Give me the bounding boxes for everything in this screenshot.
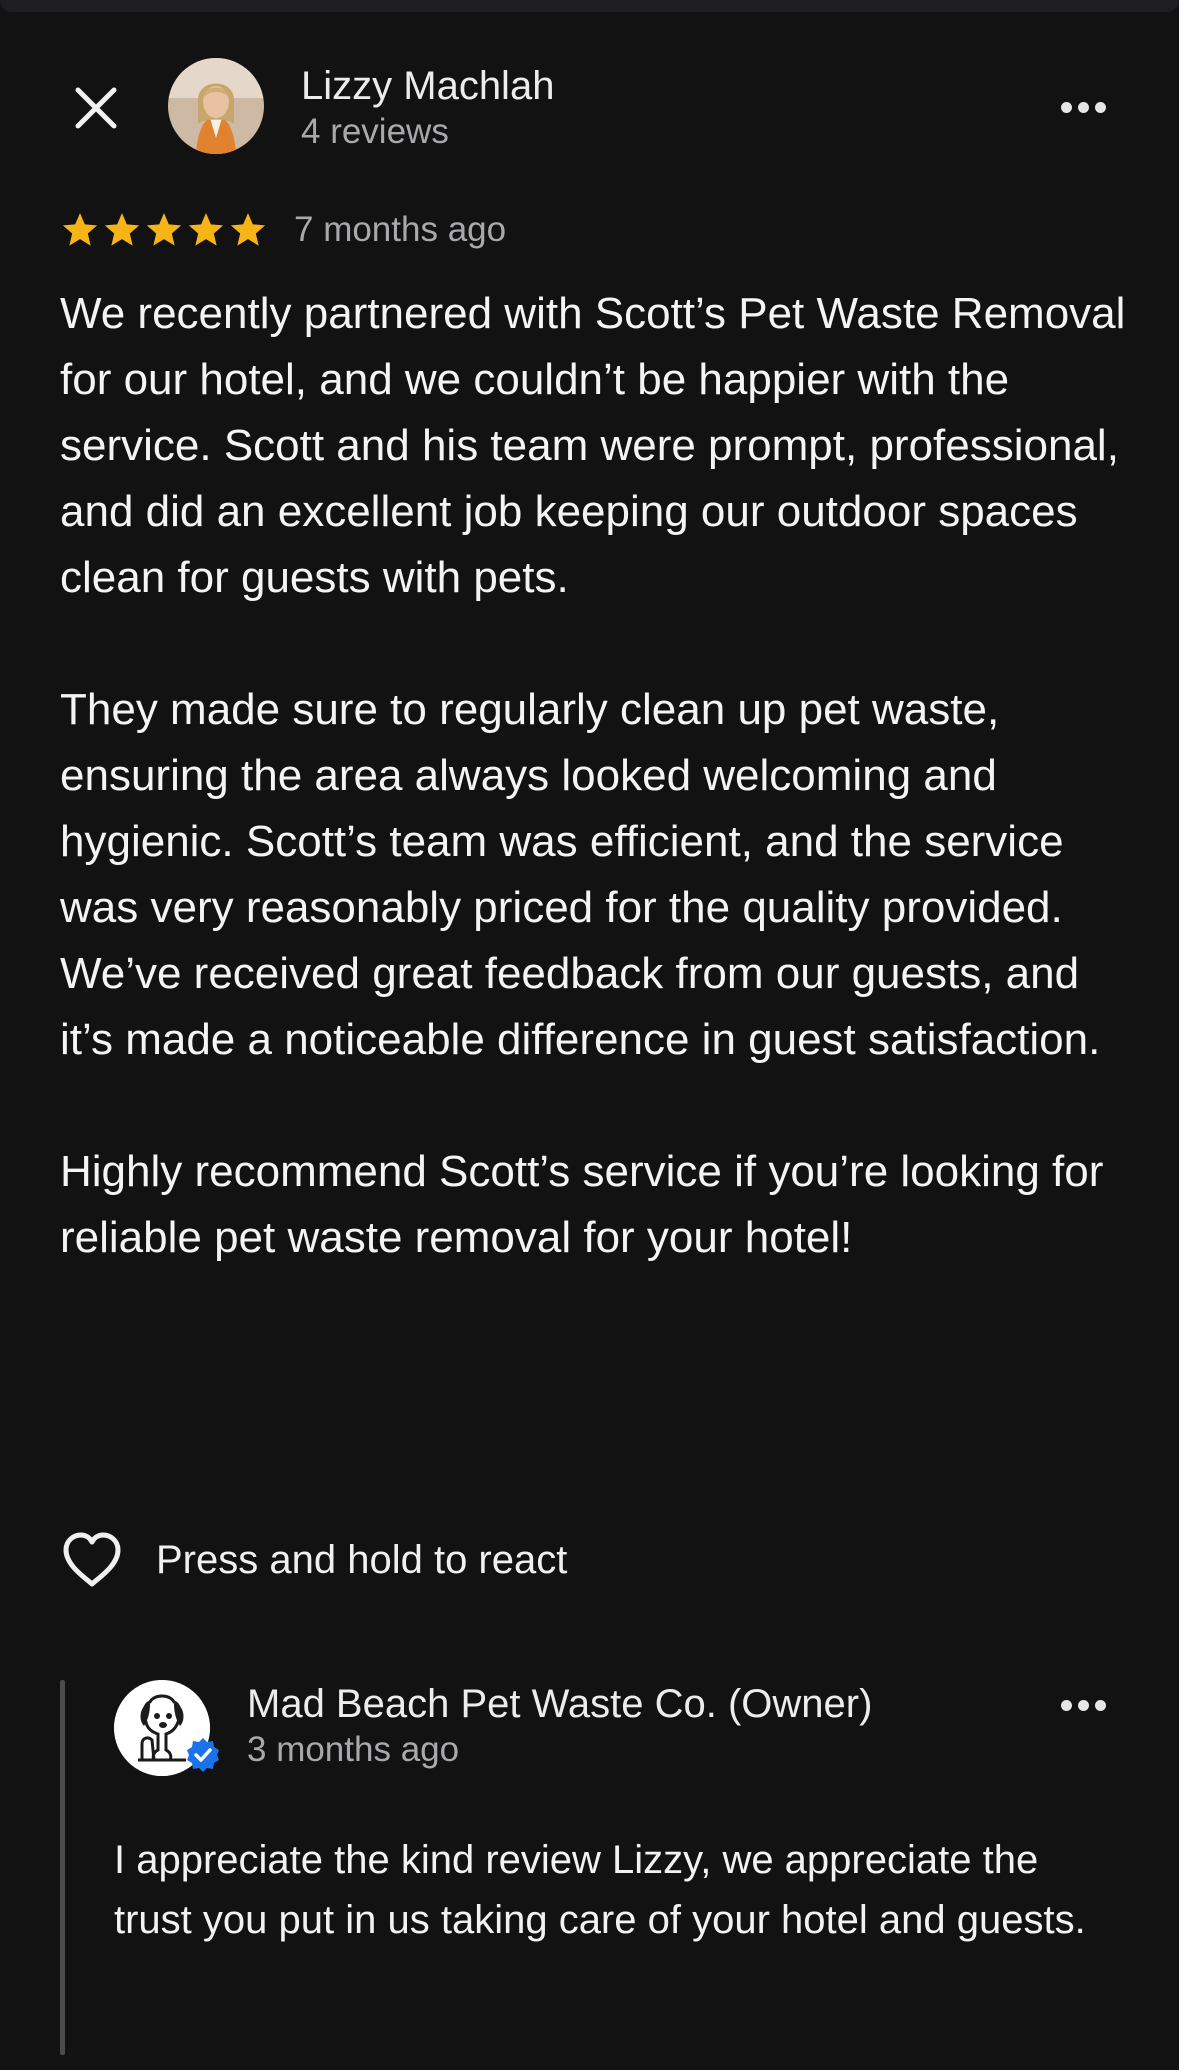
star-rating (60, 210, 268, 250)
review-date: 7 months ago (294, 210, 507, 249)
more-options-icon (1060, 1699, 1072, 1711)
owner-reply-text: I appreciate the kind review Lizzy, we a… (114, 1838, 1086, 1942)
owner-reply: Mad Beach Pet Waste Co. (Owner) 3 months… (60, 1680, 1130, 2055)
heart-outline-icon (63, 1532, 121, 1587)
react-label: Press and hold to react (156, 1537, 568, 1582)
close-button[interactable] (68, 80, 124, 136)
reply-indent-bar (60, 1680, 65, 2055)
star-icon (146, 213, 182, 246)
reviewer-avatar[interactable] (168, 58, 264, 154)
reviewer-review-count: 4 reviews (301, 112, 449, 151)
star-icon (62, 213, 98, 246)
review-paragraph: Highly recommend Scott’s service if you’… (60, 1147, 1104, 1262)
owner-reply-date: 3 months ago (247, 1730, 460, 1769)
star-icon (104, 213, 140, 246)
close-icon (75, 87, 117, 129)
review-body: We recently partnered with Scott’s Pet W… (60, 281, 1130, 1271)
review-more-options-button[interactable] (1055, 87, 1111, 127)
star-icon (230, 213, 266, 246)
reviewer-name[interactable]: Lizzy Machlah (301, 62, 554, 110)
rating-row: 7 months ago (60, 206, 506, 254)
review-paragraph: They made sure to regularly clean up pet… (60, 685, 1101, 1064)
reply-more-options-button[interactable] (1055, 1685, 1111, 1725)
verified-badge-icon (187, 1738, 219, 1772)
owner-name[interactable]: Mad Beach Pet Waste Co. (Owner) (247, 1680, 872, 1728)
review-paragraph: We recently partnered with Scott’s Pet W… (60, 289, 1126, 602)
react-button[interactable]: Press and hold to react (60, 1525, 567, 1595)
star-icon (188, 213, 224, 246)
top-strip (0, 0, 1179, 12)
more-options-icon (1060, 101, 1072, 113)
